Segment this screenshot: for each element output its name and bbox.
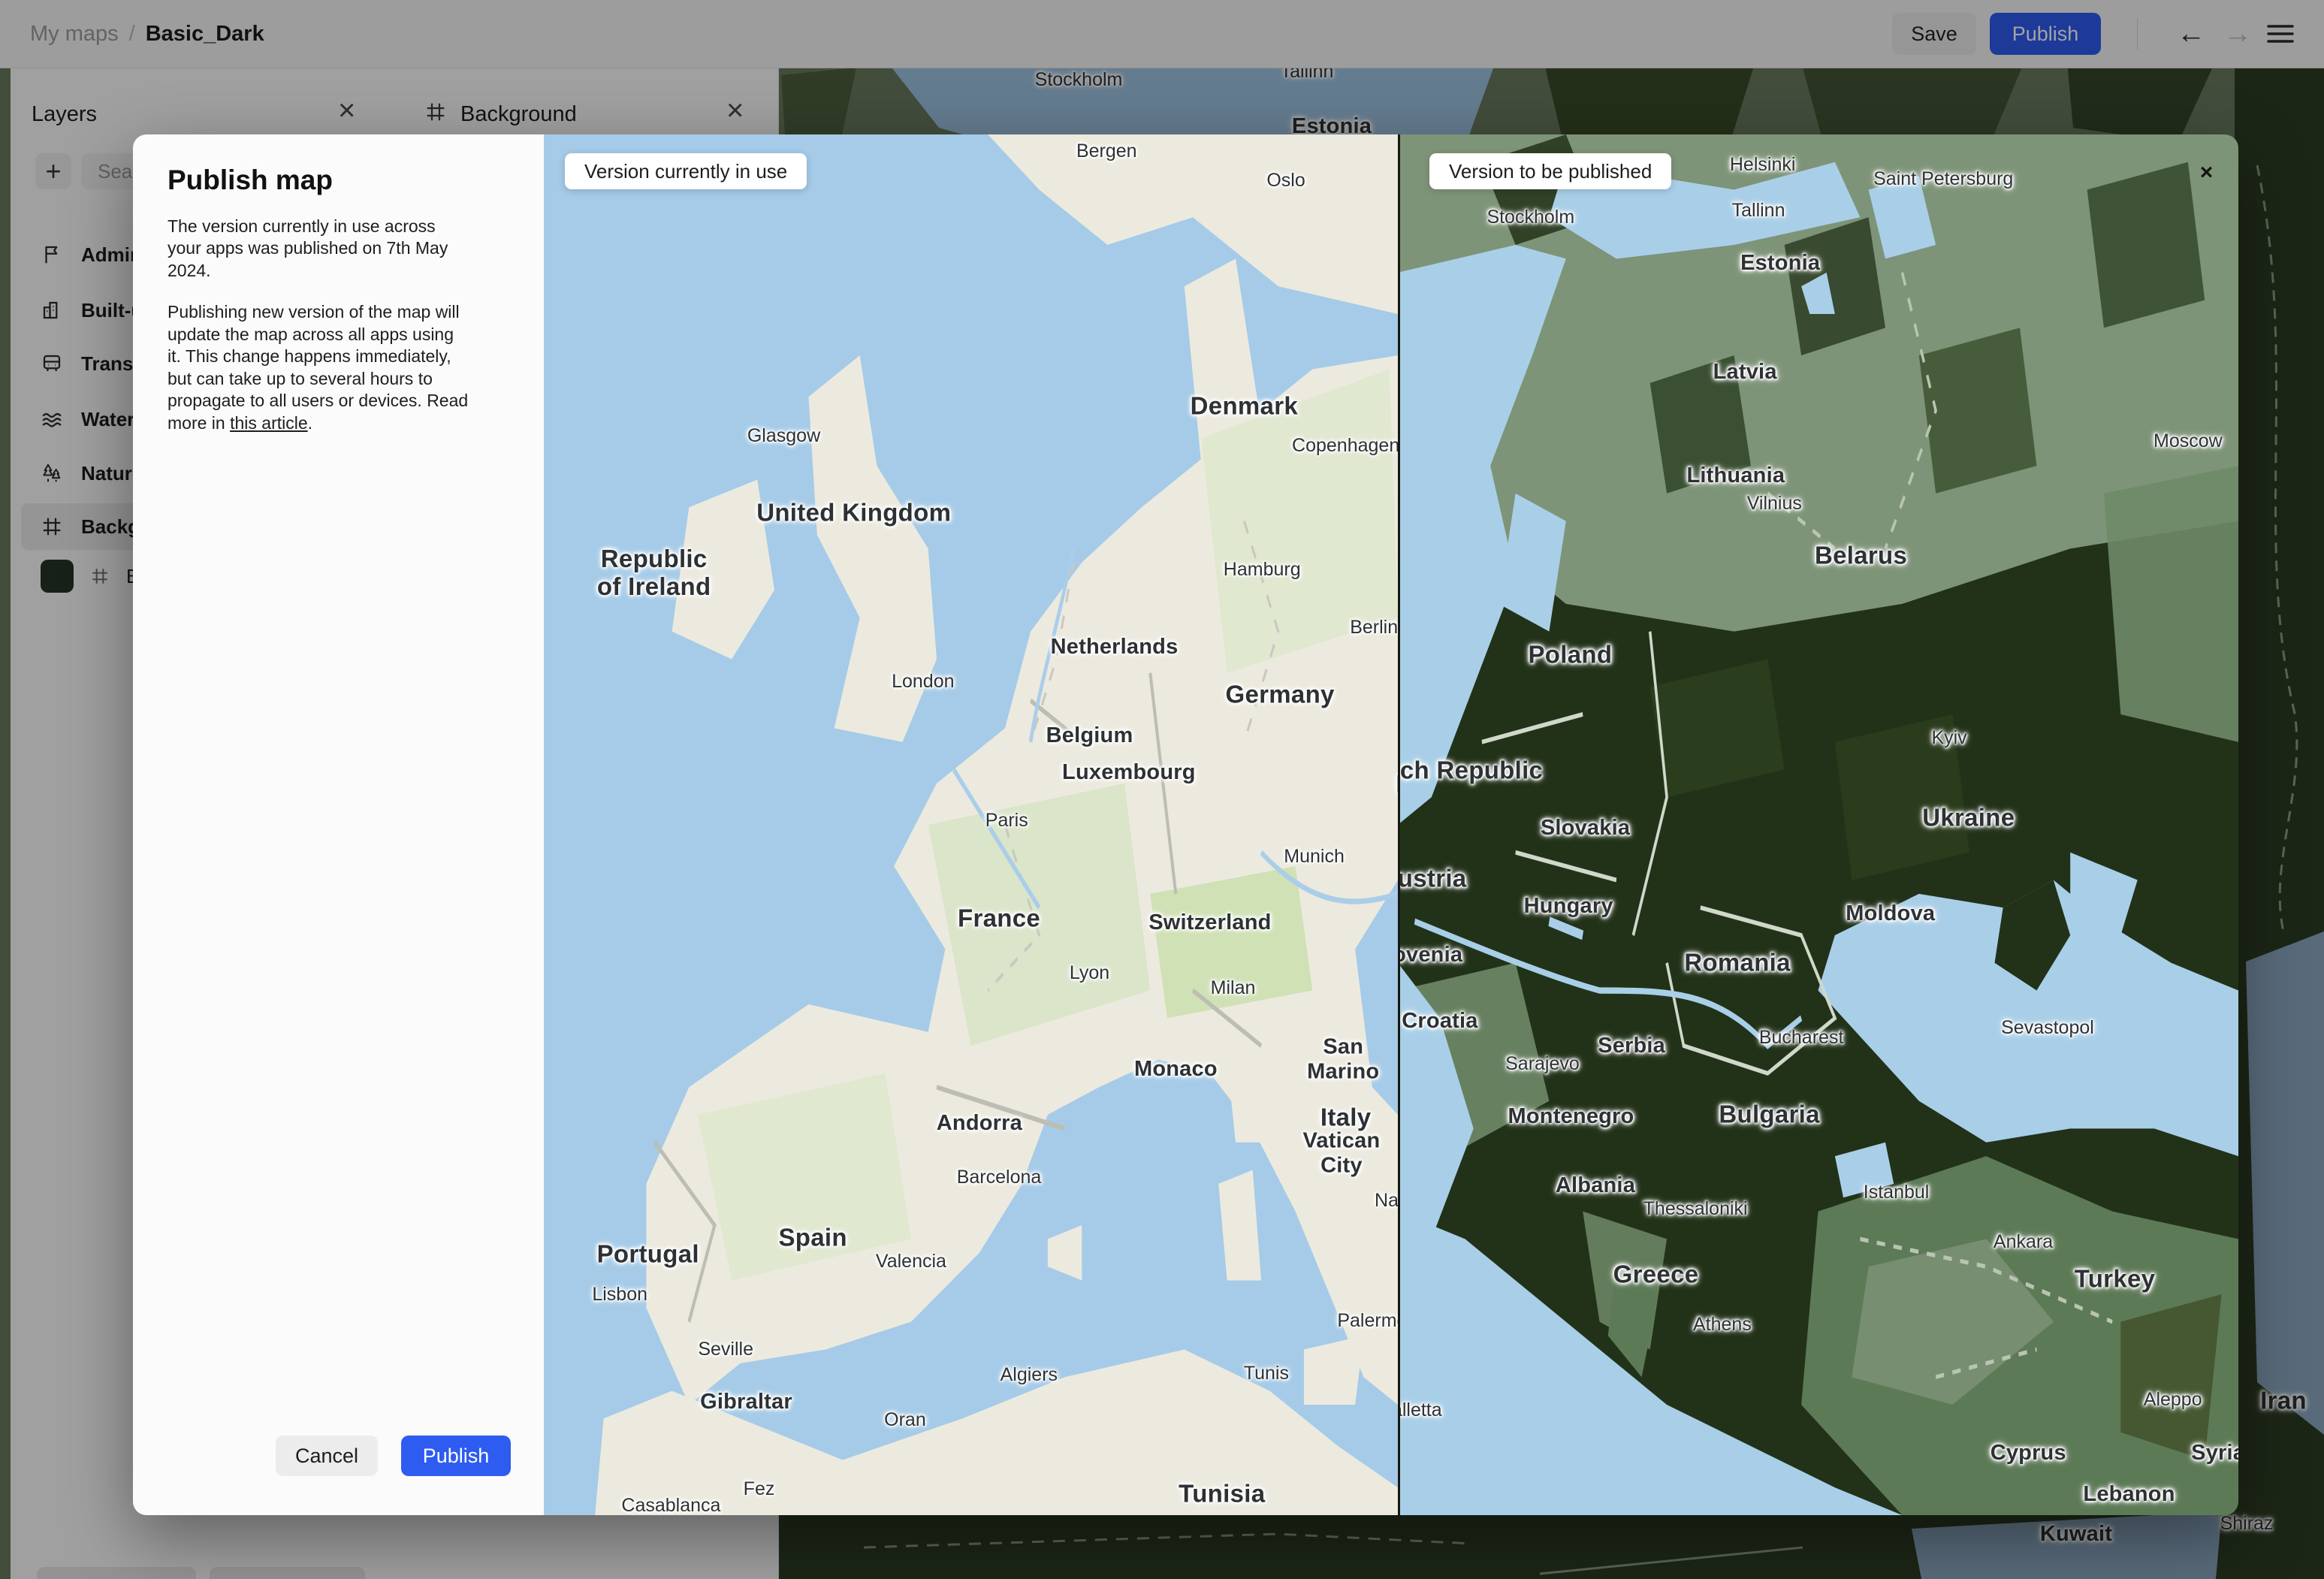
map-label-croatia: Croatia [1402, 1008, 1478, 1033]
map-label-france: France [958, 904, 1041, 932]
map-label-slovenia: Slovenia [1398, 942, 1463, 967]
dark-map-labels: Helsinki Saint Petersburg Stockholm Tallinn… [1398, 134, 2238, 1515]
map-label-seville: Seville [698, 1339, 753, 1360]
map-label-sevastopol: Sevastopol [2001, 1017, 2094, 1039]
map-label-lyon: Lyon [1069, 962, 1110, 983]
map-label-lisbon: Lisbon [592, 1283, 648, 1305]
map-label-moscow: Moscow [2153, 430, 2223, 452]
map-version-current[interactable]: Version currently in use Bergen Oslo Glasg… [544, 134, 1398, 1515]
map-label-munich: Munich [1284, 846, 1345, 868]
map-label-denmark: Denmark [1190, 391, 1298, 420]
cancel-button[interactable]: Cancel [276, 1436, 378, 1476]
map-label-ukraine: Ukraine [1922, 803, 2015, 832]
map-label-syria: Syria [2191, 1441, 2238, 1466]
dialog-paragraph-1: The version currently in use across your… [168, 216, 448, 280]
map-label-thessaloniki: Thessaloniki [1643, 1197, 1748, 1219]
map-label-gibraltar: Gibraltar [700, 1390, 792, 1414]
comparison-slider-divider[interactable] [1398, 134, 1400, 1515]
map-label-naples: Naples [1375, 1189, 1398, 1211]
map-label-bucharest: Bucharest [1758, 1027, 1844, 1049]
map-label-portugal: Portugal [596, 1239, 699, 1268]
map-label-lebanon: Lebanon [2083, 1482, 2175, 1507]
map-label-tunisia: Tunisia [1179, 1479, 1266, 1508]
map-label-istanbul: Istanbul [1863, 1181, 1930, 1203]
map-label-palermo: Palermo [1337, 1309, 1398, 1331]
map-editor-app: Stockholm Tallinn Estonia Iran Shiraz Kuwait … [0, 0, 2324, 1579]
map-label-stockholm: Stockholm [1486, 207, 1575, 228]
new-version-badge: Version to be published [1429, 153, 1672, 189]
publish-dialog: Publish map The version currently in use… [133, 134, 544, 1515]
map-label-athens: Athens [1693, 1314, 1752, 1336]
map-label-san-marino: San Marino [1307, 1034, 1380, 1084]
map-label-tallinn: Tallinn [1731, 200, 1785, 222]
map-label--: × [2199, 160, 2214, 186]
map-label-italy: Italy [1320, 1103, 1372, 1131]
map-label-valencia: Valencia [875, 1250, 946, 1272]
this-article-link[interactable]: this article [230, 413, 308, 433]
map-label-romania: Romania [1684, 948, 1791, 977]
map-label-greece: Greece [1613, 1260, 1699, 1288]
light-map-labels: Bergen Oslo Glasgow United Kingdom Republic … [544, 134, 1398, 1515]
map-label-ankara: Ankara [1993, 1231, 2054, 1253]
map-label-lithuania: Lithuania [1686, 463, 1785, 488]
map-label-tunis: Tunis [1243, 1362, 1289, 1384]
map-label-barcelona: Barcelona [956, 1166, 1042, 1188]
map-label-moldova: Moldova [1846, 901, 1936, 925]
current-version-badge: Version currently in use [565, 153, 807, 189]
map-label-austria: Austria [1398, 864, 1467, 892]
map-label-switzerland: Switzerland [1148, 910, 1272, 935]
map-label-poland: Poland [1528, 640, 1613, 669]
map-label-andorra: Andorra [936, 1110, 1022, 1135]
map-label-oslo: Oslo [1266, 169, 1305, 191]
map-label-london: London [892, 670, 955, 692]
map-label-spain: Spain [778, 1223, 847, 1251]
map-label-fez: Fez [743, 1478, 775, 1500]
map-label-estonia: Estonia [1740, 250, 1821, 275]
map-label-slovakia: Slovakia [1540, 815, 1631, 840]
map-label-netherlands: Netherlands [1050, 634, 1179, 659]
map-label-milan: Milan [1210, 977, 1256, 998]
map-label-casablanca: Casablanca [621, 1495, 721, 1515]
map-label-paris: Paris [985, 810, 1028, 832]
map-label-hamburg: Hamburg [1223, 558, 1301, 580]
map-label-vilnius: Vilnius [1746, 492, 1802, 514]
map-label-aleppo: Aleppo [2143, 1388, 2202, 1410]
map-label-saint-petersburg: Saint Petersburg [1873, 168, 2014, 189]
map-label-kyiv: Kyiv [1931, 727, 1967, 749]
map-label-latvia: Latvia [1713, 359, 1777, 384]
map-label-germany: Germany [1225, 680, 1335, 708]
map-label-oran: Oran [884, 1409, 926, 1431]
map-label-cyprus: Cyprus [1990, 1441, 2066, 1466]
map-label-berlin: Berlin [1350, 617, 1398, 639]
map-label-serbia: Serbia [1598, 1033, 1666, 1058]
map-label-montenegro: Montenegro [1508, 1103, 1634, 1128]
map-label-united-kingdom: United Kingdom [756, 498, 952, 527]
map-label-hungary: Hungary [1523, 894, 1613, 919]
map-label-vatican-city: Vatican City [1302, 1128, 1381, 1178]
map-label-copenhagen: Copenhagen [1292, 434, 1398, 456]
map-label-bergen: Bergen [1076, 140, 1137, 162]
map-label-bulgaria: Bulgaria [1719, 1100, 1820, 1128]
dialog-paragraph-2: Publishing new version of the map will u… [168, 302, 469, 433]
map-label-turkey: Turkey [2074, 1264, 2156, 1293]
map-label-czech-republic: Czech Republic [1398, 756, 1544, 784]
map-label-monaco: Monaco [1133, 1057, 1218, 1082]
map-label-republic-of-ireland: Republic of Ireland [596, 545, 711, 601]
map-label-belgium: Belgium [1046, 723, 1133, 747]
dialog-title: Publish map [168, 165, 333, 195]
publish-modal: Publish map The version currently in use… [133, 134, 2238, 1515]
map-label-luxembourg: Luxembourg [1062, 759, 1196, 784]
map-label-belarus: Belarus [1814, 541, 1908, 569]
map-label-helsinki: Helsinki [1729, 154, 1796, 176]
map-label-sarajevo: Sarajevo [1505, 1052, 1580, 1074]
map-label-valletta: Valletta [1398, 1399, 1442, 1421]
map-version-new[interactable]: Version to be published Helsinki Saint Pe… [1398, 134, 2238, 1515]
publish-confirm-button[interactable]: Publish [401, 1436, 511, 1476]
map-label-albania: Albania [1555, 1173, 1636, 1197]
map-label-glasgow: Glasgow [747, 424, 821, 446]
map-label-algiers: Algiers [1000, 1363, 1058, 1385]
